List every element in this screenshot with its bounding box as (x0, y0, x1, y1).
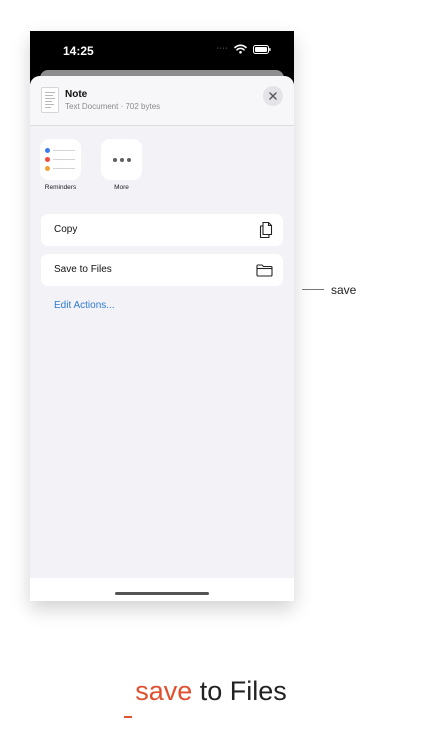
close-icon (269, 92, 277, 100)
share-sheet: Note Text Document · 702 bytes Reminders… (30, 76, 294, 601)
share-app-row: Reminders More (40, 139, 142, 191)
callout-label: save (331, 283, 357, 297)
battery-icon (253, 44, 271, 54)
edit-actions-link[interactable]: Edit Actions... (54, 300, 115, 311)
signal-icon: ···· (216, 45, 228, 52)
document-title: Note (65, 89, 88, 100)
app-more[interactable]: More (101, 139, 142, 191)
caption-highlight: save (135, 676, 193, 706)
callout-line (302, 289, 324, 290)
status-bar: 14:25 ···· (30, 31, 294, 71)
document-subtitle: Text Document · 702 bytes (65, 102, 161, 111)
caption-rest: to Files (192, 676, 287, 706)
reminders-icon (40, 139, 81, 180)
status-time: 14:25 (63, 44, 94, 58)
close-button[interactable] (263, 86, 283, 106)
page: 14:25 ···· Note Text Document · 702 byte… (0, 0, 422, 750)
document-thumbnail (41, 87, 59, 113)
save-to-files-action[interactable]: Save to Files (41, 254, 283, 286)
app-label-more: More (114, 184, 129, 191)
caption: save to Files (0, 676, 422, 707)
copy-action-label: Copy (54, 224, 78, 235)
caption-underline (124, 716, 132, 718)
home-indicator-area (30, 578, 294, 601)
more-icon (101, 139, 142, 180)
status-icons: ···· (217, 44, 271, 54)
wifi-icon (234, 44, 247, 54)
home-indicator (115, 592, 209, 595)
copy-icon (259, 221, 273, 239)
phone-screen: 14:25 ···· Note Text Document · 702 byte… (30, 31, 294, 601)
app-label-reminders: Reminders (44, 184, 77, 191)
folder-icon (256, 264, 273, 277)
share-sheet-header: Note Text Document · 702 bytes (30, 76, 294, 126)
copy-action[interactable]: Copy (41, 214, 283, 246)
save-to-files-label: Save to Files (54, 264, 112, 275)
app-reminders[interactable]: Reminders (40, 139, 81, 191)
